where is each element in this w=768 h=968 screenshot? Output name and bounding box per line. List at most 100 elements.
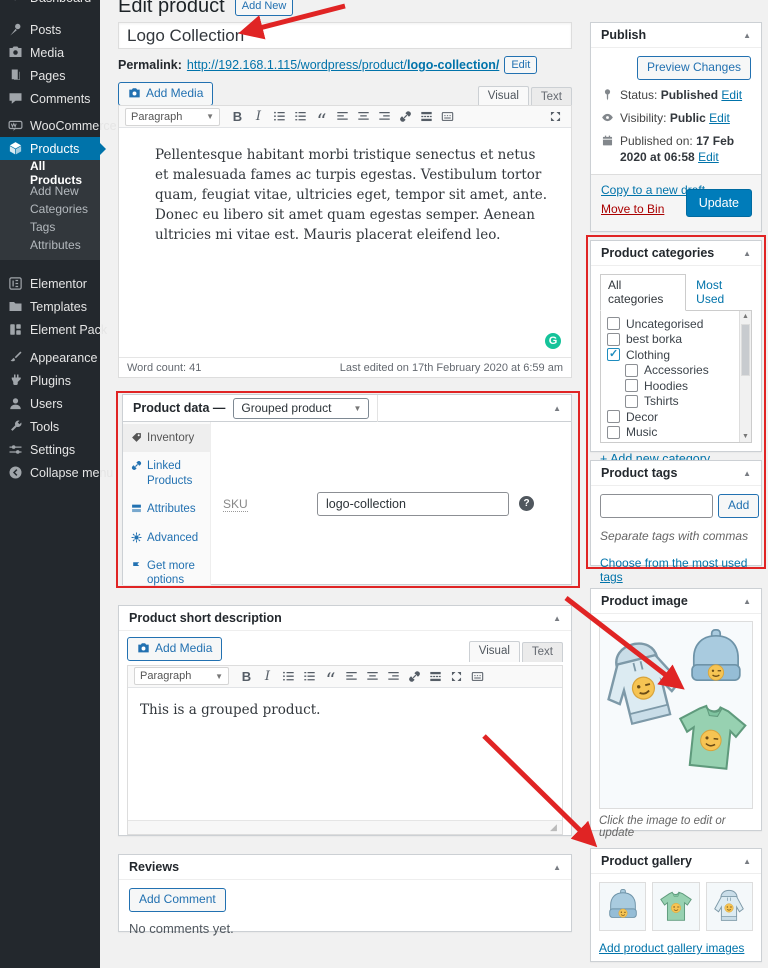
tab-inventory[interactable]: Inventory	[123, 424, 210, 452]
sidebar-item-pages[interactable]: Pages	[0, 64, 100, 87]
help-icon[interactable]: ?	[519, 496, 534, 511]
fullscreen-icon[interactable]	[447, 667, 466, 686]
submenu-item-categories[interactable]: Categories	[0, 200, 100, 218]
sidebar-item-appearance[interactable]: Appearance	[0, 346, 100, 369]
insert-more-icon[interactable]	[417, 107, 436, 126]
sidebar-item-element-pack[interactable]: Element Pack	[0, 318, 100, 341]
tab-visual[interactable]: Visual	[469, 641, 520, 662]
add-media-button[interactable]: Add Media	[118, 82, 213, 106]
bulleted-list-icon[interactable]	[279, 667, 298, 686]
tab-text[interactable]: Text	[522, 642, 563, 662]
align-left-icon[interactable]	[333, 107, 352, 126]
choose-most-used-tags-link[interactable]: Choose from the most used tags	[600, 556, 752, 584]
align-center-icon[interactable]	[354, 107, 373, 126]
gallery-thumb-beanie[interactable]	[599, 882, 646, 931]
tab-all-categories[interactable]: All categories	[600, 274, 686, 311]
italic-icon[interactable]: I	[249, 107, 268, 126]
sidebar-item-posts[interactable]: Posts	[0, 18, 100, 41]
collapse-toggle-icon[interactable]: ▲	[743, 469, 751, 478]
editor-resize-bar[interactable]: ◢	[128, 820, 562, 834]
sidebar-item-dashboard[interactable]: Dashboard	[0, 0, 100, 9]
update-button[interactable]: Update	[686, 189, 752, 217]
bold-icon[interactable]: B	[237, 667, 256, 686]
product-title-input[interactable]	[118, 22, 572, 49]
collapse-toggle-icon[interactable]: ▲	[553, 863, 561, 872]
add-comment-button[interactable]: Add Comment	[129, 888, 226, 912]
paragraph-dropdown[interactable]: Paragraph▼	[125, 108, 220, 126]
collapse-toggle-icon[interactable]: ▲	[553, 614, 561, 623]
sidebar-item-plugins[interactable]: Plugins	[0, 369, 100, 392]
tab-advanced[interactable]: Advanced	[123, 524, 210, 552]
scrollbar-thumb[interactable]	[741, 324, 750, 376]
preview-changes-button[interactable]: Preview Changes	[637, 56, 751, 80]
align-left-icon[interactable]	[342, 667, 361, 686]
tab-linked-products[interactable]: Linked Products	[123, 452, 210, 495]
collapse-toggle-icon[interactable]: ▲	[743, 249, 751, 258]
blockquote-icon[interactable]: “	[321, 667, 340, 686]
sidebar-item-tools[interactable]: Tools	[0, 415, 100, 438]
tags-input[interactable]	[600, 494, 713, 518]
collapse-toggle-icon[interactable]: ▲	[743, 857, 751, 866]
gallery-thumb-hoodie[interactable]	[706, 882, 753, 931]
tab-attributes[interactable]: Attributes	[123, 495, 210, 523]
resize-grip-icon[interactable]: ◢	[550, 822, 560, 832]
blockquote-icon[interactable]: “	[312, 107, 331, 126]
toolbar-toggle-icon[interactable]	[468, 667, 487, 686]
scroll-up-icon[interactable]: ▲	[740, 313, 751, 320]
tab-most-used[interactable]: Most Used	[696, 278, 752, 310]
align-center-icon[interactable]	[363, 667, 382, 686]
submenu-item-all-products[interactable]: All Products	[0, 164, 100, 182]
add-gallery-images-link[interactable]: Add product gallery images	[599, 941, 744, 955]
collapse-toggle-icon[interactable]: ▲	[553, 404, 561, 413]
add-new-button[interactable]: Add New	[235, 0, 294, 16]
insert-more-icon[interactable]	[426, 667, 445, 686]
collapse-toggle-icon[interactable]: ▲	[743, 31, 751, 40]
edit-visibility-link[interactable]: Edit	[709, 111, 730, 125]
edit-published-link[interactable]: Edit	[698, 150, 719, 164]
add-media-button[interactable]: Add Media	[127, 637, 222, 661]
tab-visual[interactable]: Visual	[478, 86, 529, 107]
category-checkbox[interactable]	[625, 395, 638, 408]
scroll-down-icon[interactable]: ▼	[740, 433, 751, 440]
align-right-icon[interactable]	[384, 667, 403, 686]
align-right-icon[interactable]	[375, 107, 394, 126]
sidebar-item-products[interactable]: Products	[0, 137, 100, 160]
link-icon[interactable]	[405, 667, 424, 686]
collapse-toggle-icon[interactable]: ▲	[743, 597, 751, 606]
sidebar-item-elementor[interactable]: Elementor	[0, 272, 100, 295]
add-tag-button[interactable]: Add	[718, 494, 759, 518]
sidebar-item-users[interactable]: Users	[0, 392, 100, 415]
sidebar-item-templates[interactable]: Templates	[0, 295, 100, 318]
permalink-edit-button[interactable]: Edit	[504, 56, 537, 74]
link-icon[interactable]	[396, 107, 415, 126]
category-checkbox[interactable]	[607, 426, 620, 439]
product-type-select[interactable]: Grouped product▼	[233, 398, 369, 419]
numbered-list-icon[interactable]	[300, 667, 319, 686]
toolbar-toggle-icon[interactable]	[438, 107, 457, 126]
submenu-item-tags[interactable]: Tags	[0, 218, 100, 236]
product-image[interactable]	[599, 621, 753, 809]
gallery-thumb-tshirt[interactable]	[652, 882, 699, 931]
bulleted-list-icon[interactable]	[270, 107, 289, 126]
italic-icon[interactable]: I	[258, 667, 277, 686]
submenu-item-attributes[interactable]: Attributes	[0, 236, 100, 254]
category-checkbox[interactable]	[625, 364, 638, 377]
category-checkbox[interactable]	[607, 410, 620, 423]
tab-get-more-options[interactable]: Get more options	[123, 552, 210, 595]
category-checkbox[interactable]	[625, 379, 638, 392]
grammarly-icon[interactable]: G	[545, 333, 561, 349]
permalink-url[interactable]: http://192.168.1.115/wordpress/product/l…	[187, 58, 499, 72]
description-content[interactable]: Pellentesque habitant morbi tristique se…	[119, 128, 571, 357]
move-to-bin-link[interactable]: Move to Bin	[601, 202, 664, 216]
tab-text[interactable]: Text	[531, 87, 572, 107]
category-checkbox[interactable]	[607, 333, 620, 346]
paragraph-dropdown[interactable]: Paragraph▼	[134, 667, 229, 685]
category-checkbox[interactable]	[607, 317, 620, 330]
sidebar-collapse-menu[interactable]: Collapse menu	[0, 461, 100, 484]
bold-icon[interactable]: B	[228, 107, 247, 126]
short-description-content[interactable]: This is a grouped product.	[128, 688, 562, 819]
sidebar-item-comments[interactable]: Comments	[0, 87, 100, 110]
numbered-list-icon[interactable]	[291, 107, 310, 126]
sku-input[interactable]	[317, 492, 509, 516]
sidebar-item-media[interactable]: Media	[0, 41, 100, 64]
